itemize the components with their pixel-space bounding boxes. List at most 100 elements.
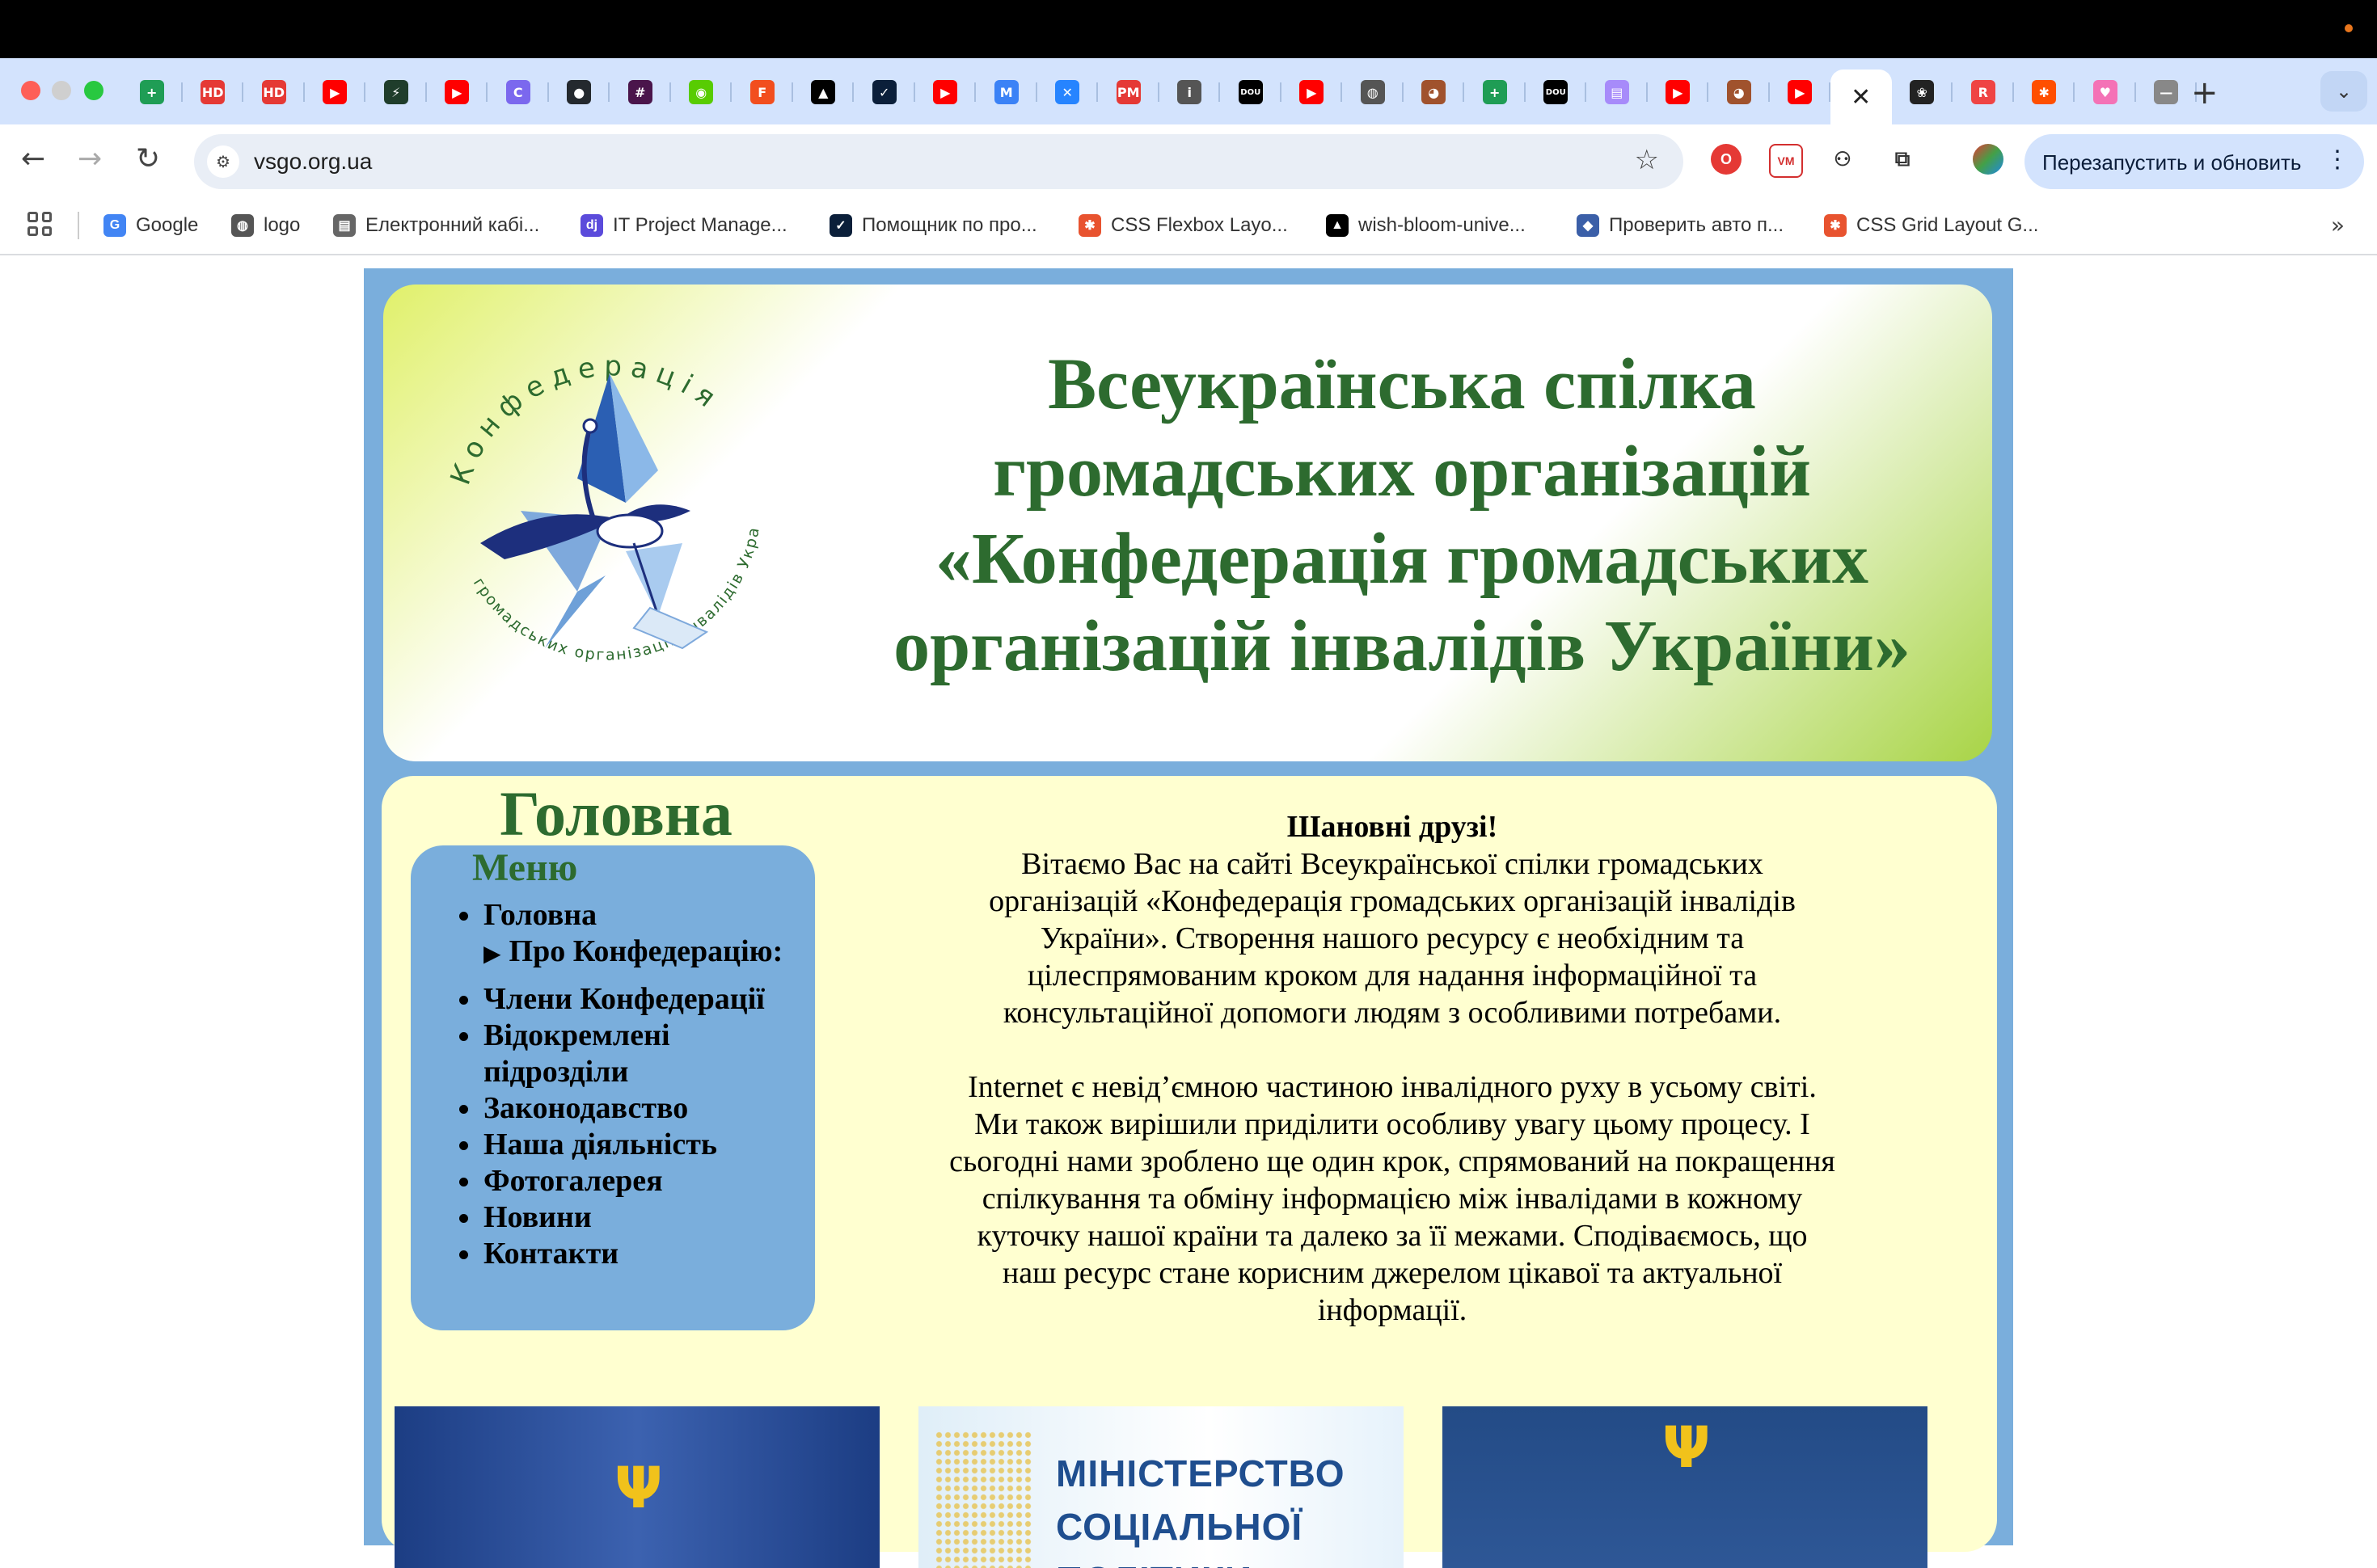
banner-government[interactable]: Ψ [1442,1406,1927,1568]
relaunch-update-button[interactable]: Перезапустить и обновить ⋮ [2024,134,2364,189]
figma-icon: F [749,80,775,104]
bookmark-star-icon[interactable]: ☆ [1635,144,1659,176]
reload-button[interactable]: ↻ [136,142,160,175]
bookmark-item[interactable]: ✱ CSS Flexbox Layo... [1079,212,1288,239]
tab[interactable]: R [1953,70,2014,115]
tab[interactable]: + [1464,70,1526,115]
tab[interactable]: ◕ [1404,70,1465,115]
tab[interactable]: F [732,70,793,115]
tab[interactable]: ✱ [2014,70,2075,115]
slack-icon: # [627,80,652,104]
back-button[interactable]: ← [21,142,45,175]
bookmark-item[interactable]: ◍ logo [231,212,300,239]
more-bookmarks-icon[interactable]: » [2331,212,2345,238]
disclosure-triangle-icon[interactable]: ▶ [483,940,501,967]
menu-item[interactable]: Контакти [411,1236,815,1272]
site-info-icon[interactable]: ⚙ [207,145,239,178]
banner-president[interactable]: Ψ [395,1406,880,1568]
tab[interactable]: ▶ [427,70,488,115]
url-text[interactable]: vsgo.org.ua [254,149,372,175]
forward-button[interactable]: → [78,142,102,175]
ministry-line-2: СОЦІАЛЬНОЇ ПОЛІТИКИ [1056,1506,1303,1568]
triangle-icon: ▲ [811,80,836,104]
globe-icon: ◍ [231,214,254,237]
apps-grid-icon[interactable] [27,212,52,236]
tab[interactable]: ⚡ [365,70,427,115]
tab[interactable]: ◕ [1708,70,1770,115]
tab[interactable]: ▶ [305,70,366,115]
tab[interactable]: ▲ [793,70,855,115]
tab[interactable]: ◍ [1342,70,1404,115]
bookmark-label: logo [264,214,301,236]
bookmark-item[interactable]: ✱ CSS Grid Layout G... [1824,212,2038,239]
menu-item[interactable]: Наша діяльність [411,1127,815,1163]
banner-ministry[interactable]: МІНІСТЕРСТВО СОЦІАЛЬНОЇ ПОЛІТИКИ [918,1406,1404,1568]
tab[interactable]: HD [183,70,244,115]
bookmark-item[interactable]: G Google [103,212,198,239]
vm-extension-icon[interactable]: VM [1769,144,1803,178]
extensions-puzzle-icon[interactable]: ⧉ [1887,144,1918,175]
google-icon: G [103,214,126,237]
tab[interactable]: # [610,70,671,115]
window-zoom-button[interactable] [84,81,103,100]
tab[interactable]: i [1159,70,1221,115]
opera-extension-icon[interactable]: O [1711,144,1742,175]
menu-item[interactable]: Відокремлені підрозділи [411,1018,815,1090]
tab[interactable]: HD [243,70,305,115]
tab[interactable]: ▶ [915,70,977,115]
tab[interactable]: ▶ [1770,70,1831,115]
profile-avatar[interactable] [1973,144,2003,175]
tab[interactable]: ♥ [2075,70,2136,115]
tab[interactable]: ✓ [854,70,915,115]
bookmark-item[interactable]: ▲ wish-bloom-unive... [1326,212,1526,239]
tab[interactable]: DOU [1220,70,1281,115]
tab[interactable]: M [976,70,1037,115]
window-minimize-button[interactable] [52,81,71,100]
menu-item[interactable]: Законодавство [411,1090,815,1127]
new-tab-button[interactable]: + [2191,74,2219,112]
tab[interactable]: ● [549,70,610,115]
menu-item[interactable]: Фотогалерея [411,1163,815,1199]
window-close-button[interactable] [21,81,40,100]
menu-item[interactable]: Головна [411,897,815,934]
tab[interactable]: — [2136,70,2198,115]
menu-item[interactable]: ▶ Про Конфедерацію: [411,934,815,972]
tab[interactable]: ▶ [1281,70,1343,115]
tab[interactable]: ◉ [671,70,733,115]
youtube-icon: ▶ [323,80,348,104]
youtube-icon: ▶ [1299,80,1324,104]
tab-active[interactable]: ✕ [1830,70,1892,124]
tab[interactable]: ▤ [1586,70,1648,115]
tab[interactable]: C [488,70,549,115]
status-dot [2345,24,2353,32]
page-heading: Головна [500,778,733,849]
doc-icon: ▤ [333,214,356,237]
tab[interactable]: ❀ [1892,70,1953,115]
welcome-text: Шановні друзі! Вітаємо Вас на сайті Всеу… [948,808,1837,1329]
bookmark-item[interactable]: dj IT Project Manage... [581,212,787,239]
title-line-2: громадських організацій [993,432,1811,512]
bookmark-item[interactable]: ▤ Електронний кабі... [333,212,539,239]
kebab-menu-icon[interactable]: ⋮ [2325,145,2350,174]
menu-item-label: Члени Конфедерації [483,982,765,1016]
tab[interactable]: PM [1098,70,1159,115]
menu-item[interactable]: Члени Конфедерації [411,981,815,1018]
tab[interactable]: + [121,70,183,115]
tab[interactable]: ✕ [1037,70,1099,115]
tab-search-button[interactable]: ⌄ [2320,71,2367,112]
address-bar[interactable]: ⚙ vsgo.org.ua ☆ [194,134,1683,189]
bookmark-item[interactable]: ◆ Проверить авто п... [1577,212,1784,239]
asterisk-icon: ✱ [1079,214,1101,237]
tab[interactable]: DOU [1526,70,1587,115]
menu-item[interactable]: Новини [411,1199,815,1236]
tab[interactable]: ▶ [1648,70,1709,115]
relaunch-label: Перезапустить и обновить [2042,150,2302,175]
menu-item-label: Відокремлені підрозділи [483,1018,670,1089]
title-line-3: «Конфедерація громадських [935,519,1868,599]
dou-icon: DOU [1238,80,1263,104]
globe-icon: ◍ [1360,80,1385,104]
robot-extension-icon[interactable]: ⚇ [1827,144,1858,175]
close-icon[interactable]: ✕ [1851,83,1871,112]
bookmark-item[interactable]: ✓ Помощник по про... [830,212,1037,239]
tab-strip: + HD HD ▶ ⚡ ▶ C ● # ◉ F ▲ ✓ ▶ M ✕ PM i DOU ▶ ◍ ◕ + DOU ▤ ▶ ◕ ▶ ✕ ❀ R ✱ ♥… [0,58,2377,124]
